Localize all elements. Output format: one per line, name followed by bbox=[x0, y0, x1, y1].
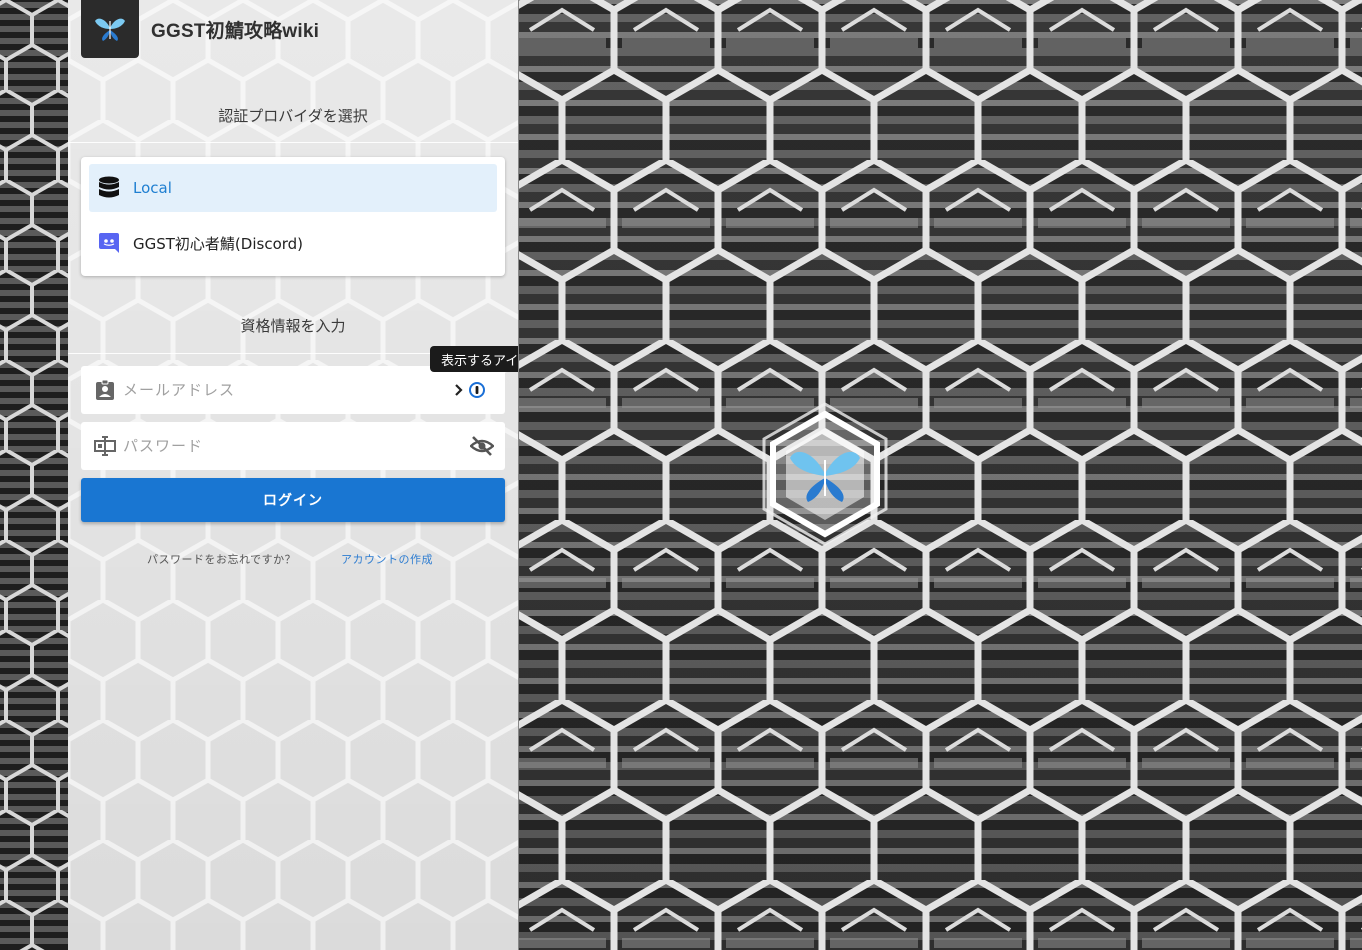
app-logo[interactable] bbox=[81, 0, 139, 58]
password-input[interactable] bbox=[121, 436, 445, 456]
provider-label: Local bbox=[133, 179, 172, 197]
visibility-off-icon[interactable] bbox=[469, 433, 495, 459]
create-account-link[interactable]: アカウントの作成 bbox=[341, 551, 433, 567]
butterfly-icon bbox=[95, 18, 125, 41]
discord-icon bbox=[97, 231, 121, 255]
login-panel: GGST初鯖攻略wiki 認証プロバイダを選択 Local GGST初心者鯖(D… bbox=[68, 0, 519, 950]
provider-discord[interactable]: GGST初心者鯖(Discord) bbox=[89, 219, 497, 267]
password-manager-button[interactable] bbox=[453, 382, 485, 398]
app-header: GGST初鯖攻略wiki bbox=[81, 0, 319, 58]
background-left-strip bbox=[0, 0, 68, 950]
chevron-right-icon bbox=[455, 384, 463, 396]
provider-label: GGST初心者鯖(Discord) bbox=[133, 234, 304, 253]
contact-badge-icon bbox=[93, 378, 117, 402]
1password-icon bbox=[469, 382, 485, 398]
password-text-icon bbox=[93, 434, 117, 458]
login-button[interactable]: ログイン bbox=[81, 478, 505, 522]
database-icon bbox=[97, 176, 121, 200]
forgot-password-link[interactable]: パスワードをお忘れですか？ bbox=[147, 551, 296, 567]
email-input[interactable] bbox=[121, 380, 445, 400]
email-field bbox=[81, 366, 505, 414]
provider-local[interactable]: Local bbox=[89, 164, 497, 212]
provider-list: Local GGST初心者鯖(Discord) bbox=[81, 157, 505, 276]
divider bbox=[68, 142, 518, 143]
provider-section-title: 認証プロバイダを選択 bbox=[218, 107, 368, 125]
app-title: GGST初鯖攻略wiki bbox=[151, 20, 320, 42]
password-field bbox=[81, 422, 505, 470]
credentials-section-title: 資格情報を入力 bbox=[240, 317, 346, 335]
password-manager-tooltip: 表示するアイテムがありません bbox=[430, 346, 518, 372]
center-butterfly-logo bbox=[752, 400, 898, 546]
